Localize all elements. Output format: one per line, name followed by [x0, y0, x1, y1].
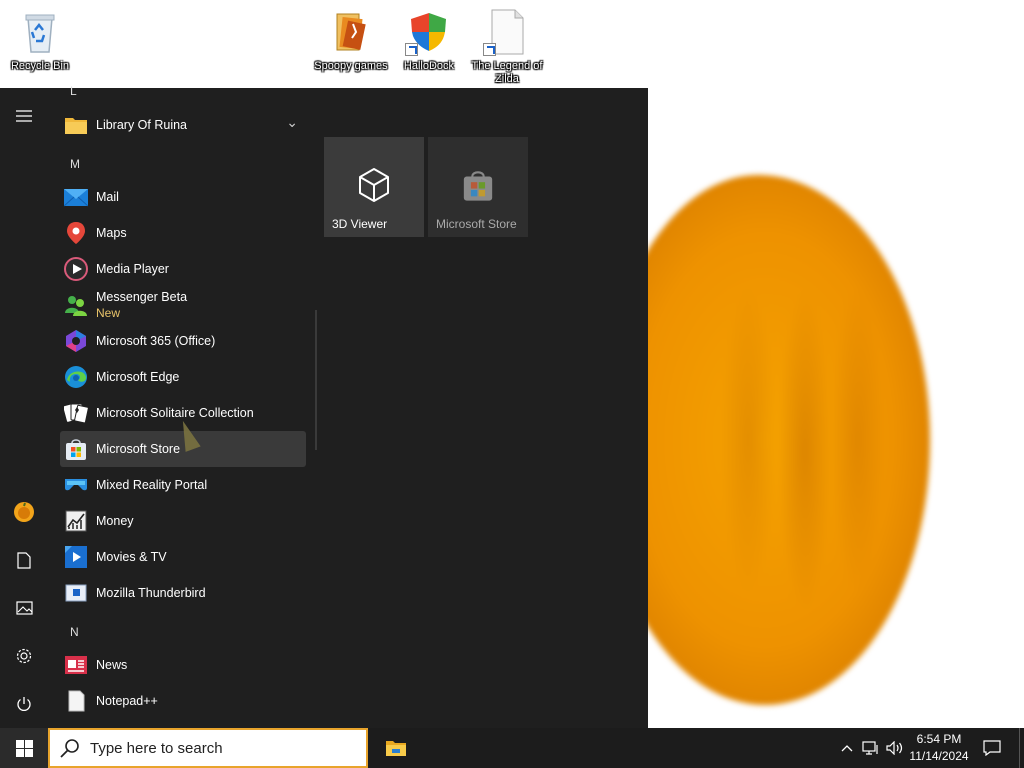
app-movies-tv[interactable]: Movies & TV	[60, 539, 306, 575]
app-label: Movies & TV	[96, 550, 167, 564]
desktop-icon-label: Spoopy games	[314, 60, 388, 72]
shortcut-arrow-icon	[405, 43, 418, 56]
cube-icon	[357, 167, 391, 208]
letter-header-n[interactable]: N	[70, 625, 79, 639]
messenger-icon	[64, 293, 88, 317]
chevron-up-icon[interactable]	[838, 728, 856, 768]
app-money[interactable]: Money	[60, 503, 306, 539]
app-microsoft-edge[interactable]: Microsoft Edge	[60, 359, 306, 395]
app-label: News	[96, 658, 128, 672]
app-microsoft-365[interactable]: Microsoft 365 (Office)	[60, 323, 306, 359]
shortcut-arrow-icon	[483, 43, 496, 56]
start-menu-rail	[0, 88, 48, 728]
app-label: Maps	[96, 226, 127, 240]
app-label: Microsoft Store	[96, 442, 181, 456]
app-list[interactable]: L Library Of Ruina ⌄ M Mail Maps Media P…	[56, 84, 312, 728]
app-news[interactable]: News	[60, 647, 306, 683]
tile-label: 3D Viewer	[332, 217, 388, 231]
recycle-bin-icon	[16, 8, 64, 56]
app-label: Money	[96, 514, 134, 528]
shield-icon	[405, 8, 453, 56]
desktop-icon-recycle-bin[interactable]: Recycle Bin	[1, 8, 79, 73]
store-icon	[64, 437, 88, 461]
money-chart-icon	[64, 509, 88, 533]
file-icon	[483, 8, 531, 56]
tile-label: Microsoft Store	[436, 217, 517, 231]
notification-icon[interactable]	[976, 728, 1008, 768]
windows-logo-icon	[15, 739, 33, 757]
solitaire-icon	[63, 401, 89, 425]
clock[interactable]: 6:54 PM 11/14/2024	[904, 731, 974, 765]
mail-icon	[63, 185, 89, 209]
app-maps[interactable]: Maps	[60, 215, 306, 251]
tile-3d-viewer[interactable]: 3D Viewer	[324, 137, 424, 237]
app-label: Microsoft Solitaire Collection	[96, 406, 254, 420]
edge-icon	[64, 365, 88, 389]
movies-tv-icon	[64, 545, 88, 569]
start-menu: L Library Of Ruina ⌄ M Mail Maps Media P…	[0, 84, 648, 728]
app-label: Mail	[96, 190, 119, 204]
chevron-down-icon[interactable]: ⌄	[286, 114, 298, 131]
app-notepad-plus-plus[interactable]: Notepad++	[60, 683, 306, 719]
news-icon	[64, 653, 88, 677]
tile-microsoft-store[interactable]: Microsoft Store	[428, 137, 528, 237]
office-icon	[64, 329, 88, 353]
app-label: Library Of Ruina	[96, 118, 188, 132]
taskbar: Type here to search 6:54 PM 11/14/2024	[0, 728, 1024, 768]
start-button[interactable]	[0, 728, 48, 768]
hamburger-icon[interactable]	[0, 92, 48, 140]
file-explorer-icon	[386, 741, 406, 756]
power-icon[interactable]	[0, 680, 48, 728]
app-messenger-beta[interactable]: Messenger Beta New	[60, 287, 306, 323]
search-placeholder: Type here to search	[90, 739, 223, 757]
app-mixed-reality-portal[interactable]: Mixed Reality Portal	[60, 467, 306, 503]
notepad-icon	[64, 689, 88, 713]
documents-icon[interactable]	[0, 536, 48, 584]
desktop-icon-label: The Legend of Zilda	[471, 60, 543, 85]
wallpaper-pumpkin	[600, 175, 930, 705]
clock-date: 11/14/2024	[909, 749, 969, 763]
app-media-player[interactable]: Media Player	[60, 251, 306, 287]
app-library-of-ruina[interactable]: Library Of Ruina ⌄	[60, 107, 306, 143]
app-label: Media Player	[96, 262, 169, 276]
app-label: Mozilla Thunderbird	[96, 586, 206, 600]
show-desktop-button[interactable]	[1019, 728, 1024, 768]
new-badge: New	[96, 306, 121, 320]
folder-icon	[64, 113, 88, 137]
app-label: Messenger Beta	[96, 290, 188, 304]
settings-gear-icon[interactable]	[0, 632, 48, 680]
media-player-icon	[64, 257, 88, 281]
app-label: Mixed Reality Portal	[96, 478, 208, 492]
app-mozilla-thunderbird[interactable]: Mozilla Thunderbird	[60, 575, 306, 611]
folder-icon	[327, 8, 375, 56]
app-label: Notepad++	[96, 694, 158, 708]
network-icon[interactable]	[860, 728, 882, 768]
desktop-icon-spoopy-games[interactable]: Spoopy games	[312, 8, 390, 73]
file-explorer-button[interactable]	[376, 728, 416, 768]
search-box[interactable]: Type here to search	[48, 728, 368, 768]
mixed-reality-icon	[64, 473, 88, 497]
desktop-icon-label: HalloDock	[403, 60, 455, 72]
clock-time: 6:54 PM	[916, 732, 962, 746]
desktop-icon-legend-of-zilda[interactable]: The Legend of Zilda	[468, 8, 546, 86]
app-list-scrollbar[interactable]	[315, 310, 317, 450]
app-label: Microsoft Edge	[96, 370, 180, 384]
volume-icon[interactable]	[884, 728, 906, 768]
letter-header-l[interactable]: L	[70, 84, 77, 98]
letter-header-m[interactable]: M	[70, 157, 80, 171]
app-label: Microsoft 365 (Office)	[96, 334, 216, 348]
store-icon	[461, 168, 495, 207]
search-icon	[58, 736, 82, 760]
desktop-icon-label: Recycle Bin	[10, 60, 70, 72]
app-mail[interactable]: Mail	[60, 179, 306, 215]
maps-pin-icon	[64, 221, 88, 245]
user-avatar[interactable]	[0, 488, 48, 536]
pictures-icon[interactable]	[0, 584, 48, 632]
thunderbird-icon	[64, 581, 88, 605]
desktop-icon-hallodock[interactable]: HalloDock	[390, 8, 468, 73]
